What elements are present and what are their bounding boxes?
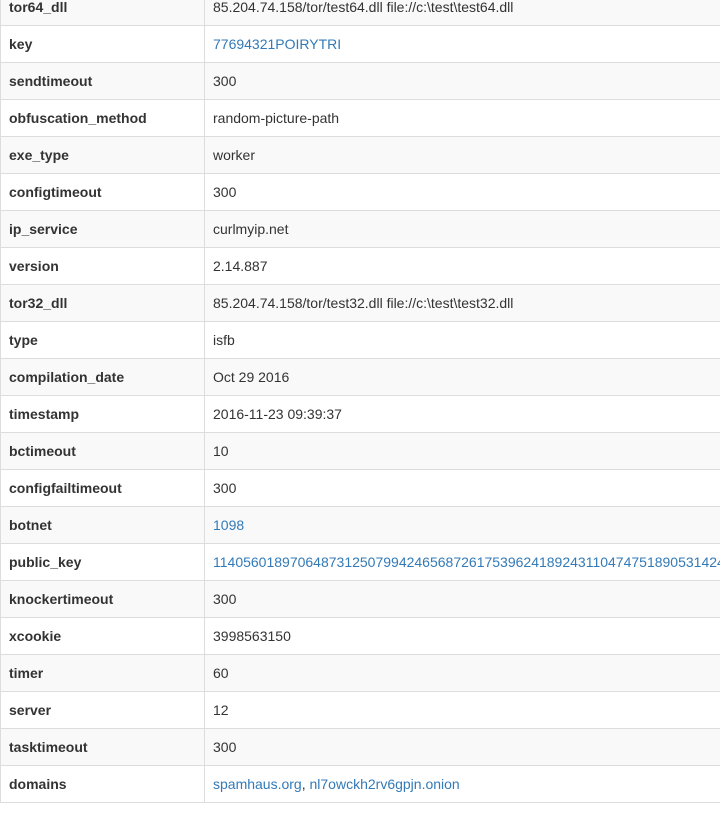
row-key: sendtimeout bbox=[0, 62, 205, 100]
row-key: tor32_dll bbox=[0, 284, 205, 322]
row-key: compilation_date bbox=[0, 358, 205, 396]
table-row: type isfb bbox=[0, 321, 720, 359]
row-key: type bbox=[0, 321, 205, 359]
row-key: tasktimeout bbox=[0, 728, 205, 766]
row-key: obfuscation_method bbox=[0, 99, 205, 137]
row-value: 300 bbox=[204, 62, 720, 100]
config-page: tor64_dll 85.204.74.158/tor/test64.dll f… bbox=[0, 0, 720, 824]
row-value: worker bbox=[204, 136, 720, 174]
table-row: configfailtimeout 300 bbox=[0, 469, 720, 507]
table-row: xcookie 3998563150 bbox=[0, 617, 720, 655]
table-row: knockertimeout 300 bbox=[0, 580, 720, 618]
row-value: 300 bbox=[204, 580, 720, 618]
row-value: 10 bbox=[204, 432, 720, 470]
row-value: 2016-11-23 09:39:37 bbox=[204, 395, 720, 433]
row-value: 300 bbox=[204, 469, 720, 507]
domain-separator: , bbox=[301, 776, 310, 792]
row-value: 85.204.74.158/tor/test32.dll file://c:\t… bbox=[204, 284, 720, 322]
row-value: 1098 bbox=[204, 506, 720, 544]
row-value: 60 bbox=[204, 654, 720, 692]
botnet-link[interactable]: 1098 bbox=[213, 517, 244, 533]
table-row: botnet 1098 bbox=[0, 506, 720, 544]
domain-link-onion[interactable]: nl7owckh2rv6gpjn.onion bbox=[310, 776, 460, 792]
row-key: configfailtimeout bbox=[0, 469, 205, 507]
row-key: tor64_dll bbox=[0, 0, 205, 26]
row-key: exe_type bbox=[0, 136, 205, 174]
table-row: sendtimeout 300 bbox=[0, 62, 720, 100]
table-row: tasktimeout 300 bbox=[0, 728, 720, 766]
row-value: random-picture-path bbox=[204, 99, 720, 137]
table-row: version 2.14.887 bbox=[0, 247, 720, 285]
row-key: xcookie bbox=[0, 617, 205, 655]
row-key: timestamp bbox=[0, 395, 205, 433]
row-value: 77694321POIRYTRI bbox=[204, 25, 720, 63]
row-key: timer bbox=[0, 654, 205, 692]
table-row: key 77694321POIRYTRI bbox=[0, 25, 720, 63]
row-value: 1140560189706487312507994246568726175396… bbox=[204, 543, 720, 581]
table-row: timer 60 bbox=[0, 654, 720, 692]
row-key: ip_service bbox=[0, 210, 205, 248]
table-row: timestamp 2016-11-23 09:39:37 bbox=[0, 395, 720, 433]
table-row: public_key 11405601897064873125079942465… bbox=[0, 543, 720, 581]
public-key-link[interactable]: 1140560189706487312507994246568726175396… bbox=[213, 554, 720, 570]
row-key: key bbox=[0, 25, 205, 63]
row-value: 12 bbox=[204, 691, 720, 729]
config-table: tor64_dll 85.204.74.158/tor/test64.dll f… bbox=[0, 0, 720, 803]
table-row: ip_service curlmyip.net bbox=[0, 210, 720, 248]
table-row: server 12 bbox=[0, 691, 720, 729]
row-key: bctimeout bbox=[0, 432, 205, 470]
row-key: public_key bbox=[0, 543, 205, 581]
row-value: 300 bbox=[204, 173, 720, 211]
row-value: 85.204.74.158/tor/test64.dll file://c:\t… bbox=[204, 0, 720, 26]
table-row: bctimeout 10 bbox=[0, 432, 720, 470]
row-key: domains bbox=[0, 765, 205, 803]
row-key: version bbox=[0, 247, 205, 285]
row-value: Oct 29 2016 bbox=[204, 358, 720, 396]
table-row: obfuscation_method random-picture-path bbox=[0, 99, 720, 137]
row-value: 2.14.887 bbox=[204, 247, 720, 285]
row-key: configtimeout bbox=[0, 173, 205, 211]
key-value-link[interactable]: 77694321POIRYTRI bbox=[213, 36, 341, 52]
table-row: configtimeout 300 bbox=[0, 173, 720, 211]
row-value: 3998563150 bbox=[204, 617, 720, 655]
table-row: domains spamhaus.org, nl7owckh2rv6gpjn.o… bbox=[0, 765, 720, 803]
row-key: botnet bbox=[0, 506, 205, 544]
row-value: curlmyip.net bbox=[204, 210, 720, 248]
row-value: spamhaus.org, nl7owckh2rv6gpjn.onion bbox=[204, 765, 720, 803]
row-key: knockertimeout bbox=[0, 580, 205, 618]
row-value: 300 bbox=[204, 728, 720, 766]
table-row: tor32_dll 85.204.74.158/tor/test32.dll f… bbox=[0, 284, 720, 322]
table-row: tor64_dll 85.204.74.158/tor/test64.dll f… bbox=[0, 0, 720, 26]
table-row: compilation_date Oct 29 2016 bbox=[0, 358, 720, 396]
row-value: isfb bbox=[204, 321, 720, 359]
row-key: server bbox=[0, 691, 205, 729]
domain-link-spamhaus[interactable]: spamhaus.org bbox=[213, 776, 302, 792]
table-row: exe_type worker bbox=[0, 136, 720, 174]
